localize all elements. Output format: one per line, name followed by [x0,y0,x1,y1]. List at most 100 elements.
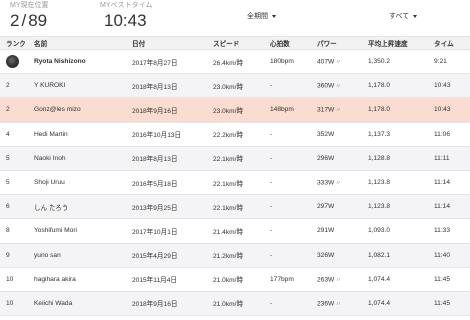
scope-filter-dropdown[interactable]: すべて [389,11,418,21]
best-time-value: 10:43 [104,11,147,30]
athlete-name-link[interactable]: yuno san [34,252,61,259]
athlete-name-link[interactable]: Naoki Inoh [34,155,66,162]
column-header-heart-rate[interactable]: 心拍数 [264,36,311,50]
column-header-speed[interactable]: スピード [207,36,264,50]
time-cell: 10:43 [434,106,451,114]
vam-cell: 1,137.3 [368,130,390,138]
athlete-name-cell: Gonz@les mizo [28,98,126,122]
time-cell: 9:21 [434,58,447,66]
rank-cell: 5 [6,154,10,162]
power-value: 352W [317,130,335,138]
athlete-name-link[interactable]: hagihara akira [34,276,76,283]
time-cell: 11:11 [434,154,450,162]
power-value: 296W [317,154,335,162]
lightning-icon: 〃 [335,181,342,188]
table-row: 5 Naoki Inoh 2018年8月13日 22.1km/時 - 296W … [0,146,470,171]
activity-date-link[interactable]: 2018年9月16日 [132,108,177,115]
column-header-date[interactable]: 日付 [126,36,207,50]
column-header-rank[interactable]: ランク [0,36,28,50]
athlete-name-link[interactable]: Y KUROKI [34,82,65,89]
date-cell: 2015年11月4日 [126,267,207,291]
athlete-name-link[interactable]: Hedi Martin [34,131,68,138]
column-header-name[interactable]: 名前 [28,36,126,50]
time-cell: 11:14 [434,179,451,187]
column-header-time[interactable]: タイム [428,36,470,50]
activity-date-link[interactable]: 2013年9月25日 [132,205,177,212]
rank-cell: 5 [6,179,10,187]
athlete-name-link[interactable]: Gonz@les mizo [34,106,81,113]
lightning-icon: 〃 [335,60,342,67]
heart-rate-cell: 177bpm [270,275,294,283]
power-cell: 296W [311,146,362,170]
time-cell: 11:45 [434,299,451,307]
rank-cell: 2 [6,106,10,114]
my-position-rank: 2 [10,11,20,30]
rank-cell: 9 [6,251,10,259]
avatar[interactable] [6,55,19,69]
speed-cell: 23.0km/時 [213,83,244,91]
best-time-block: MYベストタイム 10:43 [100,0,153,31]
speed-cell: 21.4km/時 [213,228,244,236]
table-row: 5 Shoji Uruu 2016年5月18日 22.1km/時 - 333W〃… [0,170,470,195]
vam-cell: 1,178.0 [368,106,390,114]
activity-date-link[interactable]: 2018年9月16日 [132,301,177,308]
my-position-value: 2/89 [10,11,48,30]
power-cell: 407W〃 [311,50,362,74]
time-cell: 11:40 [434,251,451,259]
date-cell: 2017年8月27日 [126,50,207,74]
vam-cell: 1,128.8 [368,154,390,162]
athlete-name-cell: hagihara akira [28,267,126,291]
athlete-name-link[interactable]: Ryota Nishizono [34,58,86,65]
activity-date-link[interactable]: 2015年4月29日 [132,253,177,260]
speed-cell: 21.0km/時 [213,277,244,285]
heart-rate-cell: - [270,203,273,211]
vam-cell: 1,350.2 [368,58,390,66]
table-row: 10 Keiichi Wada 2018年9月16日 21.0km/時 - 23… [0,291,470,316]
athlete-name-cell: しん たろう [28,195,126,219]
vam-cell: 1,082.1 [368,251,390,259]
athlete-name-cell: Ryota Nishizono [28,50,126,74]
activity-date-link[interactable]: 2015年11月4日 [132,277,177,284]
heart-rate-cell: - [270,82,273,90]
time-cell: 11:33 [434,227,451,235]
table-row-current-user: 2 Gonz@les mizo 2018年9月16日 23.0km/時 148b… [0,97,470,123]
column-header-vam[interactable]: 平均上昇速度 [362,36,428,50]
date-cell: 2018年9月16日 [126,291,207,315]
best-time-label: MYベストタイム [100,2,153,9]
athlete-name-link[interactable]: Keiichi Wada [34,300,72,307]
period-filter-dropdown[interactable]: 全期間 [247,11,276,21]
vam-cell: 1,093.0 [368,227,390,235]
activity-date-link[interactable]: 2017年10月1日 [132,229,177,236]
table-row: 4 Hedi Martin 2016年10月13日 22.2km/時 - 352… [0,122,470,147]
activity-date-link[interactable]: 2016年10月13日 [132,132,181,139]
rank-cell: 4 [6,130,10,138]
speed-cell: 21.2km/時 [213,253,244,261]
activity-date-link[interactable]: 2016年5月18日 [132,181,177,188]
period-filter-label: 全期間 [247,13,268,20]
activity-date-link[interactable]: 2018年8月13日 [132,156,177,163]
heart-rate-cell: - [270,251,273,259]
athlete-name-link[interactable]: しん たろう [34,205,68,212]
heart-rate-cell: - [270,299,273,307]
table-row: 8 Yoshifumi Mori 2017年10月1日 21.4km/時 - 2… [0,219,470,243]
power-cell: 352W [311,122,362,146]
athlete-name-link[interactable]: Yoshifumi Mori [34,227,77,234]
athlete-name-cell: Keiichi Wada [28,291,126,315]
date-cell: 2016年5月18日 [126,170,207,194]
activity-date-link[interactable]: 2018年8月13日 [132,84,177,91]
rank-cell: 8 [6,227,10,235]
heart-rate-cell: 180bpm [270,58,294,66]
lightning-icon: 〃 [335,277,342,284]
athlete-name-link[interactable]: Shoji Uruu [34,179,65,186]
column-header-power[interactable]: パワー [311,36,362,50]
table-header-row: ランク 名前 日付 スピード 心拍数 パワー 平均上昇速度 タイム [0,36,470,50]
chevron-down-icon [272,14,276,18]
date-cell: 2016年10月13日 [126,122,207,146]
power-value: 263W [317,276,335,284]
my-position-label: MY現在位置 [10,2,49,9]
heart-rate-cell: 148bpm [270,106,294,114]
table-row: Ryota Nishizono 2017年8月27日 26.4km/時 180b… [0,50,470,74]
leaderboard-summary: MY現在位置 2/89 MYベストタイム 10:43 全期間 すべて [0,0,470,36]
activity-date-link[interactable]: 2017年8月27日 [132,60,177,67]
vam-cell: 1,123.8 [368,179,390,187]
